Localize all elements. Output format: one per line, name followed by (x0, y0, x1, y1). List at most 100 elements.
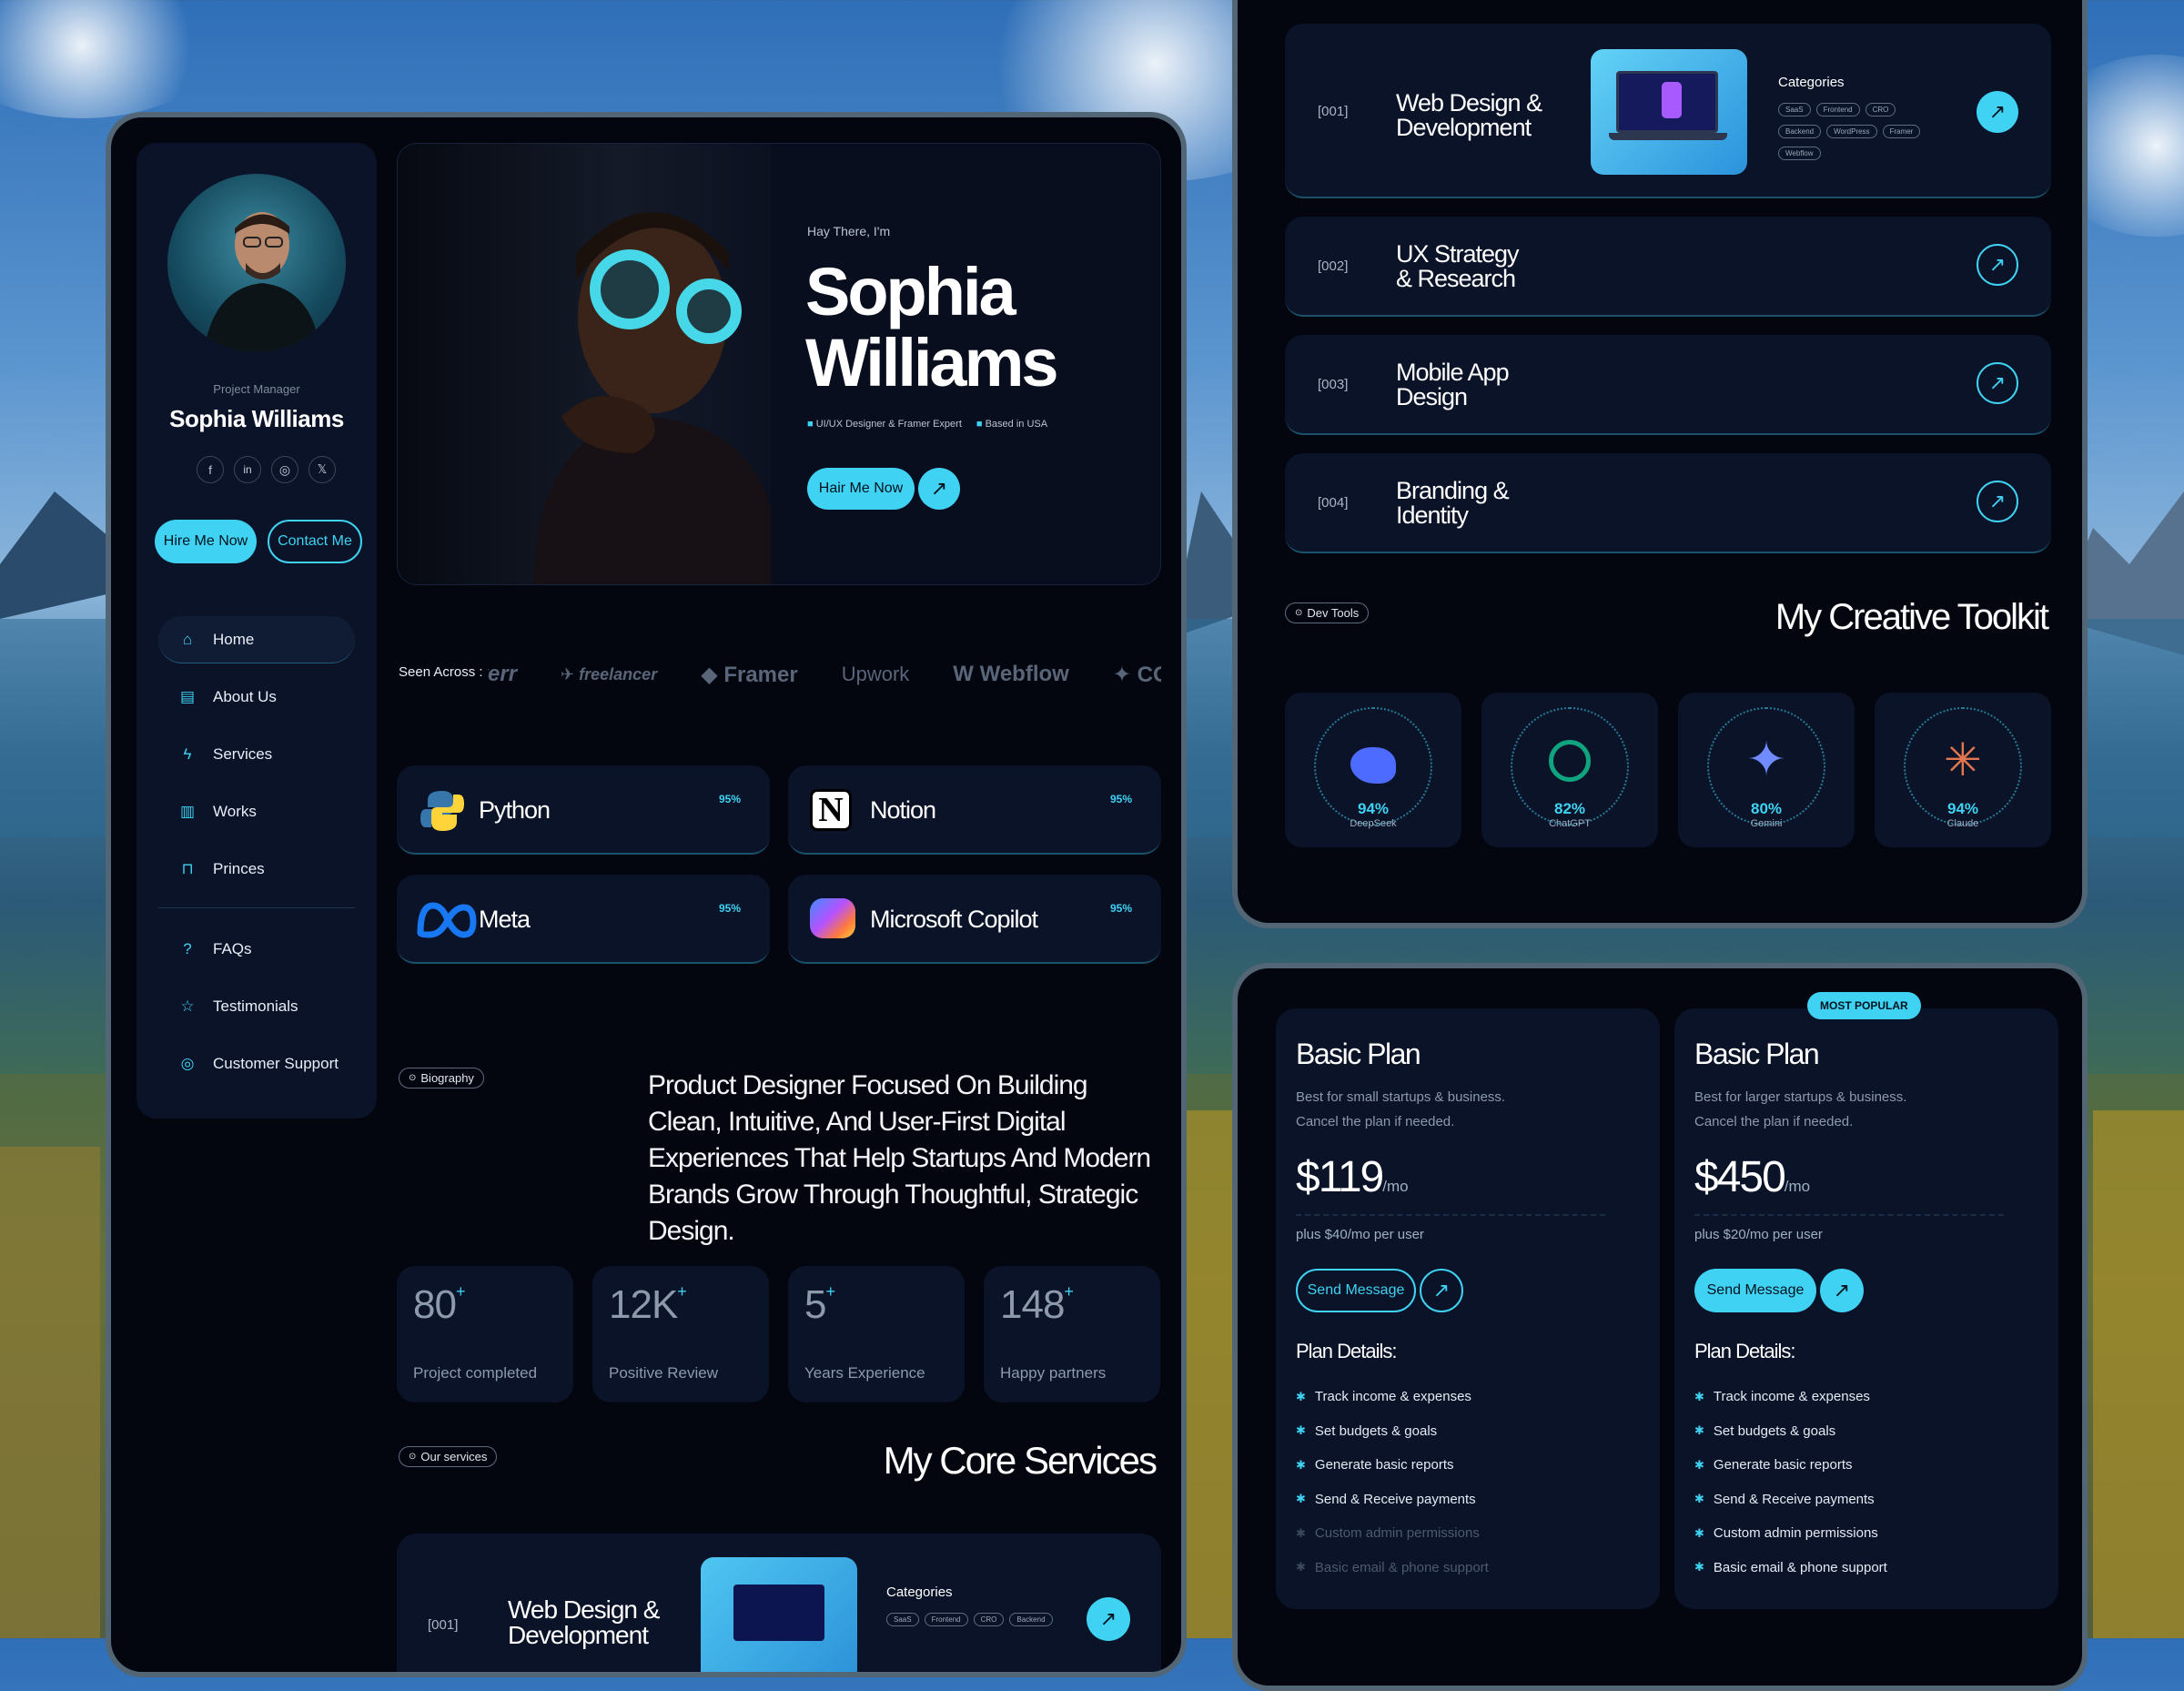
stat-reviews: 12K+ Positive Review (592, 1266, 769, 1402)
tool-card-chatgpt: 82% ChatGPT (1481, 693, 1658, 847)
id-card-icon: ▤ (179, 688, 196, 705)
social-links: f in ◎ 𝕏 (197, 456, 336, 483)
plan-price: $450/mo (1694, 1153, 1811, 1201)
skill-percent: 95% (718, 902, 741, 915)
tool-card-claude: ✳ 94% Claude (1875, 693, 2051, 847)
sidebar-nav-secondary: ? FAQs ☆ Testimonials ◎ Customer Support (158, 926, 355, 1098)
services-toolkit-panel: [001] Web Design & Development Categories… (1232, 0, 2088, 928)
meta-logo-icon (417, 902, 477, 938)
contact-me-button[interactable]: Contact Me (268, 520, 362, 563)
hire-me-button[interactable]: Hire Me Now (155, 520, 257, 563)
sidebar-item-works[interactable]: ▥ Works (158, 788, 355, 835)
skill-card-meta: Meta 95% (397, 875, 770, 964)
plan-details-heading: Plan Details: (1296, 1340, 1398, 1362)
stat-partners: 148+ Happy partners (984, 1266, 1160, 1402)
skill-card-python: Python 95% (397, 765, 770, 855)
hero-tag-role: UI/UX Designer & Framer Expert (815, 419, 962, 430)
sidebar-item-customer-support[interactable]: ◎ Customer Support (158, 1040, 355, 1088)
claude-logo-icon: ✳ (1944, 734, 1982, 785)
chip-dot-icon: ⊙ (1295, 608, 1303, 618)
chatgpt-logo-icon (1549, 740, 1591, 782)
service-thumbnail (701, 1557, 857, 1672)
facebook-icon[interactable]: f (197, 456, 224, 483)
hero-first-name: Sophia (805, 254, 1016, 329)
skill-name: Python (479, 796, 551, 824)
sidebar-item-princes[interactable]: ⊓ Princes (158, 846, 355, 893)
hero-tag-location: Based in USA (985, 419, 1048, 430)
skill-name: Notion (870, 796, 936, 824)
plan-description: Best for larger startups & business. Canc… (1694, 1089, 1907, 1129)
hero-portrait (398, 144, 771, 584)
avatar (167, 174, 346, 352)
sidebar-item-services[interactable]: ϟ Services (158, 731, 355, 778)
copilot-logo-icon (810, 898, 855, 938)
notion-logo-icon: N (810, 789, 852, 831)
toolkit-title: My Creative Toolkit (1774, 597, 2049, 637)
sidebar-item-home[interactable]: ⌂ Home (158, 616, 355, 663)
most-popular-badge: MOST POPULAR (1807, 992, 1921, 1019)
send-message-button[interactable]: Send Message (1694, 1269, 1816, 1312)
skill-card-notion: N Notion 95% (788, 765, 1161, 855)
sidebar-item-faqs[interactable]: ? FAQs (158, 926, 355, 973)
plan-extra: plus $20/mo per user (1694, 1227, 1823, 1242)
send-message-arrow-icon[interactable]: ↗ (1820, 1269, 1864, 1312)
biography-text: Product Designer Focused On Building Cle… (648, 1070, 1151, 1246)
plan-details-heading: Plan Details: (1694, 1340, 1796, 1362)
star-icon: ☆ (180, 997, 195, 1015)
service-arrow-icon[interactable]: ↗ (1087, 1597, 1130, 1641)
brand-cropped-logo: ✦ CO (1112, 662, 1161, 687)
hero-last-name: Williams (805, 325, 1059, 400)
service-arrow-icon[interactable]: ↗ (1977, 362, 2018, 404)
skill-percent: 95% (718, 793, 741, 805)
brand-freelancer-logo: ✈ freelancer (561, 664, 658, 683)
lifebuoy-icon: ◎ (180, 1055, 195, 1072)
service-arrow-icon[interactable]: ↗ (1977, 244, 2018, 286)
sidebar-item-about[interactable]: ▤ About Us (158, 673, 355, 721)
help-icon: ? (183, 940, 192, 957)
biography-chip: ⊙ Biography (399, 1068, 484, 1089)
service-row-web-design[interactable]: [001] Web Design & Development Categories… (1285, 24, 2051, 198)
core-services-title: My Core Services (883, 1439, 1158, 1482)
skill-percent: 95% (1109, 793, 1132, 805)
send-message-button[interactable]: Send Message (1296, 1269, 1416, 1312)
hero-cta-button[interactable]: Hair Me Now (807, 468, 915, 510)
plan-extra: plus $40/mo per user (1296, 1227, 1424, 1242)
lock-icon: ⊓ (181, 860, 194, 877)
service-arrow-icon[interactable]: ↗ (1977, 91, 2018, 133)
pricing-card-basic: Basic Plan Best for small startups & bus… (1276, 1008, 1660, 1609)
chip-dot-icon: ⊙ (409, 1073, 417, 1083)
folder-icon: ▥ (179, 803, 196, 820)
service-row[interactable]: [001] Web Design & Development Categories… (397, 1534, 1161, 1672)
stat-years: 5+ Years Experience (788, 1266, 965, 1402)
brand-fiverr-logo: iverr (488, 662, 518, 686)
send-message-arrow-icon[interactable]: ↗ (1420, 1269, 1463, 1312)
tool-card-deepseek: 94% DeepSeek (1285, 693, 1461, 847)
deepseek-logo-icon (1350, 747, 1396, 784)
service-row-mobile-app[interactable]: [003] Mobile App Design ↗ (1285, 335, 2051, 435)
hero-greeting: Hay There, I'm (807, 224, 891, 238)
brand-webflow-logo: W Webflow (953, 662, 1069, 686)
plan-description: Best for small startups & business. Cance… (1296, 1089, 1506, 1129)
gemini-logo-icon: ✦ (1746, 734, 1786, 786)
stat-projects: 80+ Project completed (397, 1266, 573, 1402)
dribbble-icon[interactable]: ◎ (271, 456, 298, 483)
service-thumbnail (1591, 49, 1747, 175)
python-logo-icon (420, 791, 464, 831)
plan-price: $119/mo (1296, 1153, 1409, 1201)
skill-name: Microsoft Copilot (870, 906, 1038, 933)
skill-name: Meta (479, 906, 531, 933)
service-arrow-icon[interactable]: ↗ (1977, 481, 2018, 522)
hero-cta-arrow-icon[interactable]: ↗ (918, 468, 960, 510)
services-chip: ⊙ Our services (399, 1446, 498, 1467)
linkedin-icon[interactable]: in (234, 456, 261, 483)
sidebar: Project Manager Sophia Williams f in ◎ 𝕏… (136, 143, 377, 1119)
category-tags: SaaS Frontend CROBackend WordPress FramerWeb… (1778, 100, 1942, 166)
plan-features: ✱ Track income & expenses ✱ Set budgets & … (1296, 1389, 1489, 1575)
x-icon[interactable]: 𝕏 (308, 456, 336, 483)
service-row-ux-strategy[interactable]: [002] UX Strategy & Research ↗ (1285, 217, 2051, 317)
sidebar-item-testimonials[interactable]: ☆ Testimonials (158, 983, 355, 1030)
profile-role: Project Manager (213, 382, 300, 396)
service-row-branding[interactable]: [004] Branding & Identity ↗ (1285, 453, 2051, 553)
seen-across-label: Seen Across : (399, 664, 483, 680)
skill-card-copilot: Microsoft Copilot 95% (788, 875, 1161, 964)
